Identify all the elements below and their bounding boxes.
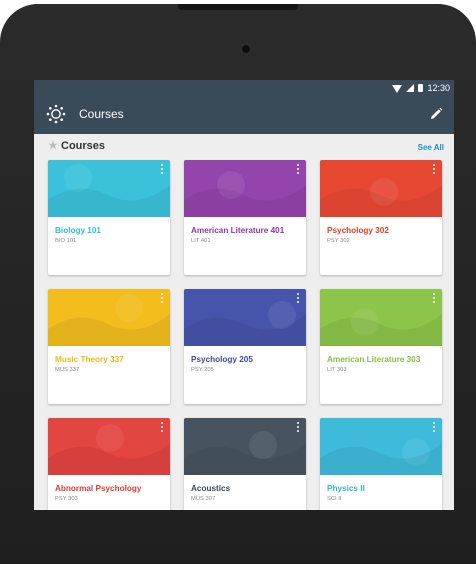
speaker-grille — [178, 4, 298, 10]
cell-signal-icon — [406, 84, 415, 92]
course-card[interactable]: Psychology 205 PSY 205 — [184, 289, 306, 404]
course-code: PSY 303 — [55, 496, 78, 502]
course-banner — [320, 289, 442, 346]
course-card[interactable]: American Literature 303 LIT 303 — [320, 289, 442, 404]
course-name: Acoustics — [191, 484, 231, 493]
course-code: BIO 101 — [55, 238, 77, 244]
course-banner — [320, 418, 442, 475]
canvas-logo-icon[interactable] — [46, 104, 66, 124]
course-banner — [184, 160, 306, 217]
overflow-menu-icon[interactable] — [296, 293, 300, 305]
tablet-frame: 12:30 Courses Courses See All Biology 10… — [0, 4, 476, 564]
course-card[interactable]: Biology 101 BIO 101 — [48, 160, 170, 275]
course-banner — [184, 418, 306, 475]
app-bar: Courses — [34, 96, 454, 134]
course-name: American Literature 303 — [327, 355, 421, 364]
overflow-menu-icon[interactable] — [160, 293, 164, 305]
overflow-menu-icon[interactable] — [160, 164, 164, 176]
course-name: Physics II — [327, 484, 365, 493]
see-all-link[interactable]: See All — [418, 143, 444, 152]
course-name: Abnormal Psychology — [55, 484, 142, 493]
course-banner — [320, 160, 442, 217]
section-title: Courses — [61, 140, 106, 152]
course-card[interactable]: Psychology 302 PSY 302 — [320, 160, 442, 275]
overflow-menu-icon[interactable] — [432, 164, 436, 176]
course-card[interactable]: Music Theory 337 MUS 337 — [48, 289, 170, 404]
courses-section-header: Courses See All — [34, 134, 454, 158]
screen: 12:30 Courses Courses See All Biology 10… — [34, 80, 454, 510]
course-name: Psychology 205 — [191, 355, 253, 364]
wifi-icon — [392, 84, 403, 93]
course-code: SCI II — [327, 496, 342, 502]
status-time: 12:30 — [427, 83, 450, 93]
star-icon[interactable] — [48, 140, 58, 150]
course-name: Biology 101 — [55, 226, 101, 235]
edit-pencil-icon[interactable] — [428, 106, 444, 122]
overflow-menu-icon[interactable] — [296, 164, 300, 176]
course-name: Music Theory 337 — [55, 355, 124, 364]
overflow-menu-icon[interactable] — [160, 422, 164, 434]
course-name: Psychology 302 — [327, 226, 389, 235]
battery-icon — [418, 84, 424, 92]
course-code: PSY 205 — [191, 367, 214, 373]
course-name: American Literature 401 — [191, 226, 285, 235]
course-code: MUS 337 — [55, 367, 80, 373]
course-card[interactable]: Abnormal Psychology PSY 303 — [48, 418, 170, 510]
front-camera — [242, 45, 250, 53]
status-bar: 12:30 — [34, 80, 454, 96]
app-bar-title: Courses — [79, 107, 124, 121]
course-card[interactable]: American Literature 401 LIT 401 — [184, 160, 306, 275]
overflow-menu-icon[interactable] — [432, 422, 436, 434]
course-code: LIT 401 — [191, 238, 211, 244]
course-banner — [184, 289, 306, 346]
course-banner — [48, 289, 170, 346]
course-banner — [48, 418, 170, 475]
course-code: LIT 303 — [327, 367, 347, 373]
course-card[interactable]: Physics II SCI II — [320, 418, 442, 510]
overflow-menu-icon[interactable] — [432, 293, 436, 305]
overflow-menu-icon[interactable] — [296, 422, 300, 434]
course-code: MUS 307 — [191, 496, 216, 502]
course-card[interactable]: Acoustics MUS 307 — [184, 418, 306, 510]
course-banner — [48, 160, 170, 217]
course-code: PSY 302 — [327, 238, 350, 244]
